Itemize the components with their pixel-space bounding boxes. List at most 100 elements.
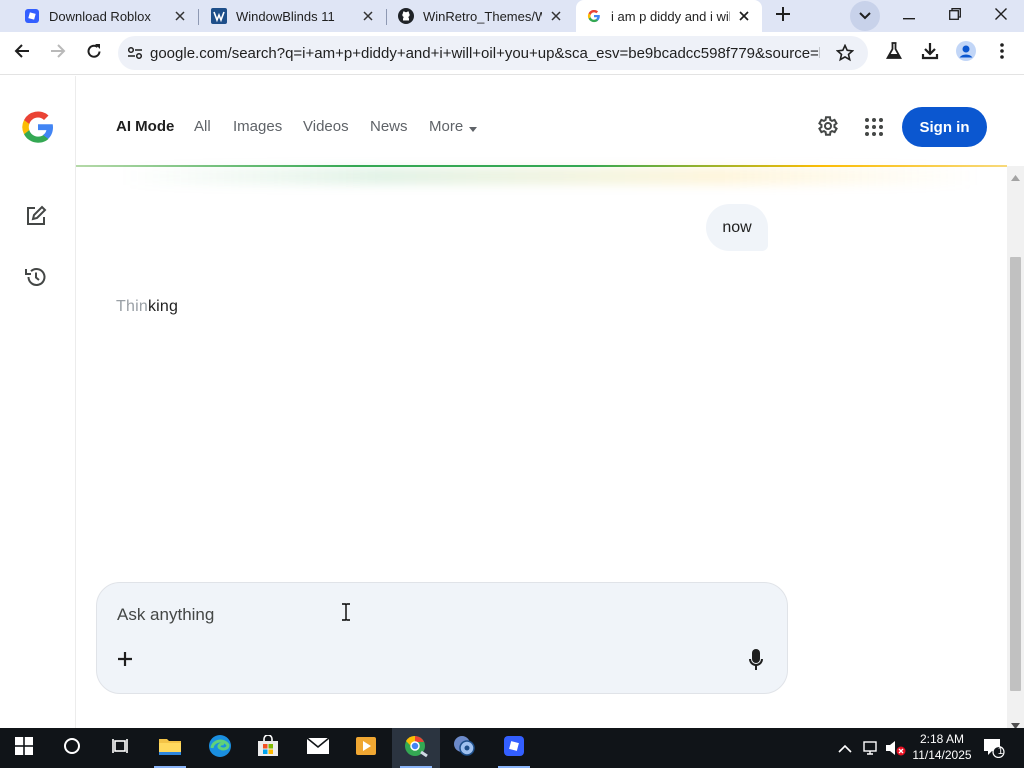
forward-button[interactable]: [43, 38, 73, 68]
sign-in-button[interactable]: Sign in: [902, 107, 987, 147]
taskbar-windowblinds[interactable]: [440, 728, 488, 768]
close-icon[interactable]: [736, 8, 752, 24]
site-info-icon[interactable]: [126, 44, 144, 62]
tab-search-button[interactable]: [850, 1, 880, 31]
nav-more[interactable]: More: [429, 118, 478, 136]
tab-windowblinds[interactable]: WindowBlinds 11: [200, 0, 387, 32]
taskbar-chrome[interactable]: [392, 728, 440, 768]
tab-winretro-themes[interactable]: WinRetro_Themes/Wi: [388, 0, 574, 32]
close-window-button[interactable]: [978, 0, 1024, 32]
file-explorer-icon: [158, 736, 182, 761]
network-icon[interactable]: [862, 740, 880, 761]
tab-title: WindowBlinds 11: [236, 8, 335, 24]
nav-videos[interactable]: Videos: [303, 118, 349, 135]
tab-title: i am p diddy and i will: [611, 8, 730, 24]
browser-menu-button[interactable]: [987, 38, 1017, 68]
thinking-faded: Thin: [116, 298, 148, 315]
windows-logo-icon: [15, 736, 33, 760]
tab-google-search[interactable]: i am p diddy and i will: [576, 0, 762, 32]
download-icon: [921, 42, 939, 65]
search-page: AI Mode All Images Videos News More Sign…: [0, 76, 1024, 729]
minimize-button[interactable]: [886, 0, 932, 32]
start-button[interactable]: [0, 728, 48, 768]
google-icon: [586, 8, 602, 24]
browser-toolbar: google.com/search?q=i+am+p+diddy+and+i+w…: [0, 32, 1024, 75]
close-icon[interactable]: [172, 8, 188, 24]
edge-icon: [208, 734, 232, 763]
show-hidden-icons-chevron-icon[interactable]: [838, 741, 852, 759]
nav-all[interactable]: All: [194, 118, 211, 135]
new-tab-button[interactable]: [768, 1, 798, 31]
minimize-icon: [903, 7, 915, 25]
nav-images[interactable]: Images: [233, 118, 282, 135]
notification-count: 1: [997, 746, 1004, 757]
ask-composer[interactable]: Ask anything: [96, 582, 788, 694]
windowblinds-icon: [452, 734, 476, 763]
taskbar-media-player[interactable]: [342, 728, 390, 768]
close-icon[interactable]: [360, 8, 376, 24]
nav-ai-mode[interactable]: AI Mode: [116, 118, 174, 135]
arrow-left-icon: [14, 43, 30, 64]
apps-grid-icon[interactable]: [865, 118, 883, 141]
volume-muted-icon[interactable]: [885, 739, 907, 762]
flask-icon: [885, 41, 903, 65]
taskbar-edge[interactable]: [196, 728, 244, 768]
search-button[interactable]: [48, 728, 96, 768]
scroll-up-arrow-icon[interactable]: [1011, 168, 1020, 186]
github-icon: [398, 8, 414, 24]
tab-strip: Download Roblox WindowBlinds 11 WinRetro…: [0, 0, 1024, 32]
address-bar[interactable]: google.com/search?q=i+am+p+diddy+and+i+w…: [118, 36, 868, 70]
taskbar-file-explorer[interactable]: [146, 728, 194, 768]
microphone-icon[interactable]: [749, 649, 763, 676]
history-icon[interactable]: [24, 265, 48, 294]
roblox-icon: [503, 735, 525, 762]
bookmark-star-icon[interactable]: [835, 43, 855, 67]
ask-input-placeholder[interactable]: Ask anything: [117, 605, 214, 625]
add-attachment-plus-icon[interactable]: [118, 652, 132, 671]
close-icon: [995, 7, 1007, 25]
task-view-icon: [111, 737, 129, 760]
clock-time: 2:18 AM: [919, 732, 965, 746]
system-clock[interactable]: 2:18 AM 11/14/2025: [908, 731, 976, 763]
taskbar-mail[interactable]: [294, 728, 342, 768]
reload-button[interactable]: [79, 38, 109, 68]
search-nav: AI Mode All Images Videos News More Sign…: [76, 76, 1007, 166]
close-icon[interactable]: [548, 8, 564, 24]
roblox-icon: [24, 8, 40, 24]
back-button[interactable]: [7, 38, 37, 68]
labs-button[interactable]: [879, 38, 909, 68]
scrollbar-thumb[interactable]: [1010, 257, 1021, 691]
new-chat-edit-icon[interactable]: [25, 205, 47, 232]
restore-icon: [949, 7, 961, 25]
tab-title: Download Roblox: [49, 8, 151, 24]
left-rail: [0, 76, 76, 728]
thinking-status: Thinking: [116, 298, 178, 316]
store-icon: [257, 733, 279, 762]
profile-button[interactable]: [951, 38, 981, 68]
progress-glow: [120, 167, 980, 185]
taskbar-store[interactable]: [244, 728, 292, 768]
task-view-button[interactable]: [96, 728, 144, 768]
text-cursor-icon: [340, 603, 352, 621]
screen: Download Roblox WindowBlinds 11 WinRetro…: [0, 0, 1024, 768]
caret-down-icon: [469, 119, 478, 136]
arrow-right-icon: [50, 43, 66, 64]
chrome-icon: [403, 734, 429, 763]
taskbar-roblox[interactable]: [490, 728, 538, 768]
vertical-scrollbar[interactable]: [1007, 166, 1024, 729]
downloads-button[interactable]: [915, 38, 945, 68]
nav-news[interactable]: News: [370, 118, 408, 135]
mail-icon: [306, 736, 330, 760]
search-circle-icon: [63, 737, 81, 760]
thinking-rest: king: [147, 298, 179, 315]
windows-taskbar: 2:18 AM 11/14/2025 1: [0, 728, 1024, 768]
tab-title: WinRetro_Themes/Wi: [423, 8, 542, 24]
tab-download-roblox[interactable]: Download Roblox: [0, 0, 199, 32]
settings-gear-icon[interactable]: [815, 114, 839, 143]
plus-icon: [776, 6, 790, 26]
restore-button[interactable]: [932, 0, 978, 32]
google-logo-icon[interactable]: [20, 109, 56, 150]
nav-more-label: More: [429, 118, 464, 135]
profile-avatar-icon: [956, 40, 976, 66]
media-player-icon: [355, 736, 377, 761]
